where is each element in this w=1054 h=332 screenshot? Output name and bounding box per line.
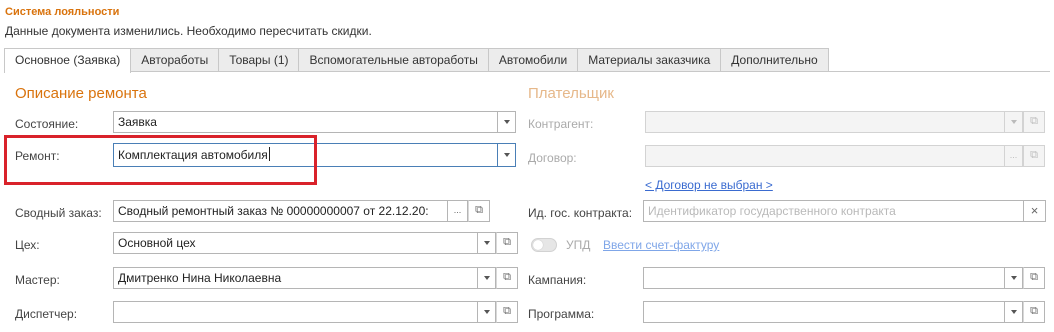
chevron-down-icon [1010,119,1017,124]
contract-select-button[interactable]: ... [1005,145,1023,167]
upd-toggle[interactable] [531,238,557,252]
open-icon[interactable]: ⧉ [496,232,518,254]
state-dropdown-button[interactable] [498,111,516,133]
state-label: Состояние: [15,117,79,131]
upd-label: УПД [566,238,591,252]
open-icon[interactable]: ⧉ [468,200,490,222]
enter-invoice-link[interactable]: Ввести счет-фактуру [603,238,719,252]
chevron-down-icon [1010,275,1017,280]
campaign-dropdown-button[interactable] [1005,267,1023,289]
chevron-down-icon [483,309,490,314]
chevron-down-icon [1010,309,1017,314]
tab-bar: Основное (Заявка) Автоработы Товары (1) … [4,48,829,73]
chevron-down-icon [483,275,490,280]
shop-label: Цех: [15,238,40,252]
tab-goods[interactable]: Товары (1) [218,48,300,72]
master-label: Мастер: [15,273,60,287]
chevron-down-icon [503,119,510,124]
state-field[interactable]: Заявка [113,111,498,133]
contract-field[interactable] [645,145,1005,167]
tab-main[interactable]: Основное (Заявка) [4,48,132,73]
shop-dropdown-button[interactable] [478,232,496,254]
chevron-down-icon [483,240,490,245]
program-label: Программа: [528,307,595,321]
summary-order-label: Сводный заказ: [15,206,102,220]
campaign-field[interactable] [643,267,1005,289]
gov-contract-placeholder: Идентификатор государственного контракта [648,204,896,218]
payer-title: Плательщик [528,85,614,102]
dispatcher-dropdown-button[interactable] [478,301,496,323]
campaign-label: Кампания: [528,273,587,287]
open-icon[interactable]: ⧉ [1023,301,1045,323]
contractor-field[interactable] [645,111,1005,133]
gov-contract-label: Ид. гос. контракта: [528,206,633,220]
chevron-down-icon [503,152,510,157]
tab-auxiliary-works[interactable]: Вспомогательные автоработы [298,48,489,72]
tab-additional[interactable]: Дополнительно [720,48,829,72]
shop-field[interactable]: Основной цех [113,232,478,254]
gov-contract-field[interactable]: Идентификатор государственного контракта [643,200,1024,222]
summary-order-field[interactable]: Сводный ремонтный заказ № 00000000007 от… [113,200,448,222]
tab-autoworks[interactable]: Автоработы [130,48,220,72]
contract-label: Договор: [528,151,577,165]
loyalty-section-title: Система лояльности [5,6,120,18]
contractor-label: Контрагент: [528,117,594,131]
dispatcher-label: Диспетчер: [15,307,78,321]
open-icon[interactable]: ⧉ [1023,267,1045,289]
tab-customer-materials[interactable]: Материалы заказчика [577,48,722,72]
open-icon[interactable]: ⧉ [496,267,518,289]
summary-order-select-button[interactable]: ... [448,200,468,222]
clear-icon[interactable]: × [1024,200,1046,222]
repair-description-title: Описание ремонта [15,85,147,102]
tab-cars[interactable]: Автомобили [487,48,579,72]
dispatcher-field[interactable] [113,301,478,323]
contract-not-selected-link[interactable]: < Договор не выбран > [645,178,773,192]
toggle-knob [533,240,543,250]
contractor-dropdown-button[interactable] [1005,111,1023,133]
tab-divider [4,71,1050,72]
recalculate-notice: Данные документа изменились. Необходимо … [5,24,372,38]
highlight-box [4,135,317,185]
master-field[interactable]: Дмитренко Нина Николаевна [113,267,478,289]
program-dropdown-button[interactable] [1005,301,1023,323]
open-icon[interactable]: ⧉ [1023,111,1045,133]
open-icon[interactable]: ⧉ [1023,145,1045,167]
open-icon[interactable]: ⧉ [496,301,518,323]
program-field[interactable] [643,301,1005,323]
master-dropdown-button[interactable] [478,267,496,289]
repair-dropdown-button[interactable] [498,143,516,167]
